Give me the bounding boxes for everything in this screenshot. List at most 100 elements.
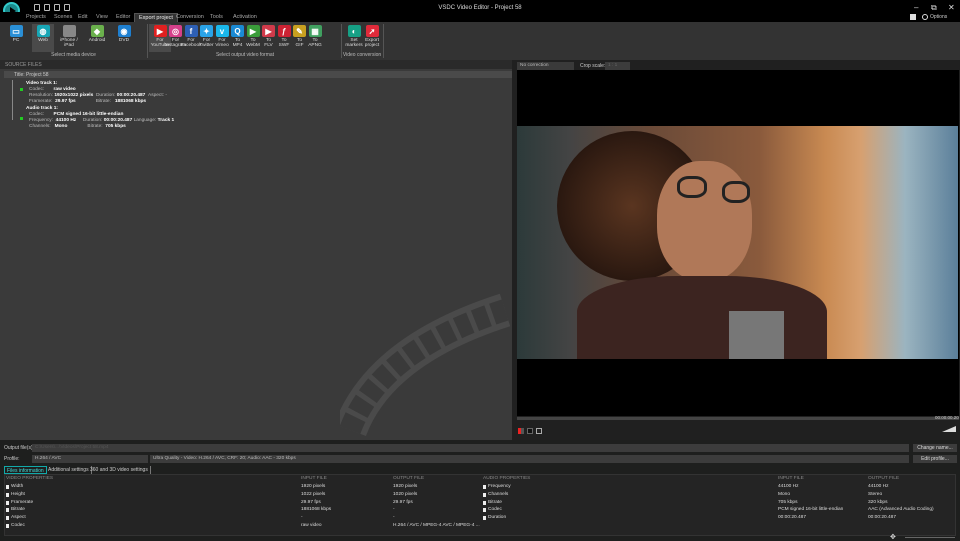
- crop-scale-label: Crop scale:: [580, 63, 606, 69]
- stop-button[interactable]: [527, 428, 533, 434]
- fullscreen-button[interactable]: [536, 428, 542, 434]
- expand-icon[interactable]: [483, 485, 486, 489]
- expand-icon[interactable]: [483, 508, 486, 513]
- input-value: 1881068 kbps: [301, 507, 332, 513]
- table-header[interactable]: INPUT FILE: [301, 476, 327, 481]
- export-project-button[interactable]: ➚ Export project: [361, 24, 383, 52]
- project-title-node[interactable]: Title: Project 58: [4, 71, 512, 78]
- input-value: Mono: [778, 491, 790, 497]
- timecode: 00:00:00.20: [935, 415, 959, 420]
- device-web-button[interactable]: ◍ Web: [32, 24, 54, 52]
- video-framerate: 29.97 fps: [55, 99, 76, 104]
- profile-select[interactable]: H.264 / AVC: [32, 455, 148, 463]
- table-header[interactable]: OUTPUT FILE: [393, 476, 424, 481]
- expand-icon[interactable]: [6, 500, 9, 505]
- tab-additional-settings[interactable]: Additional settings: [46, 466, 92, 474]
- device-pc-button[interactable]: ▭ PC: [5, 24, 27, 52]
- device-dvd-button[interactable]: ◉ DVD: [113, 24, 135, 52]
- tab-files-information[interactable]: Files information: [4, 466, 47, 474]
- table-header[interactable]: INPUT FILE: [778, 476, 804, 481]
- tab-view[interactable]: View: [92, 13, 112, 22]
- button-label-line2: project: [364, 43, 380, 48]
- input-value: 1920 pixels: [301, 484, 326, 489]
- output-file-input[interactable]: C:\Users\...\Videos\Project 58.mp4: [32, 444, 909, 452]
- export-project-icon: ➚: [365, 25, 379, 37]
- play-button[interactable]: [518, 428, 524, 434]
- property-name: Codec: [11, 523, 25, 528]
- audio-bitrate: 705 kbps: [105, 124, 126, 129]
- minimize-button[interactable]: –: [914, 3, 918, 12]
- output-value: 00:00:20.487: [868, 515, 897, 521]
- output-value: -: [393, 507, 395, 513]
- volume-icon[interactable]: [942, 426, 956, 432]
- property-name: Frequency: [488, 484, 511, 489]
- preview-frame-image: [517, 126, 958, 359]
- correction-select[interactable]: No correction: [517, 62, 574, 70]
- expand-icon[interactable]: [6, 508, 9, 513]
- output-value: 44100 Hz: [868, 484, 889, 489]
- table-header[interactable]: AUDIO PROPERTIES: [483, 476, 530, 481]
- button-label: Android: [88, 38, 106, 43]
- window-title: VSDC Video Editor - Project 58: [438, 5, 522, 11]
- tab-conversion[interactable]: Conversion: [172, 13, 208, 22]
- input-value: 705 kbps: [778, 499, 798, 505]
- expand-icon[interactable]: [6, 485, 9, 489]
- timeline-slider[interactable]: [517, 417, 959, 420]
- track-marker-icon: [20, 117, 23, 120]
- options-button[interactable]: Options: [930, 14, 947, 20]
- edit-profile-button[interactable]: Edit profile...: [913, 455, 957, 463]
- tab-tools[interactable]: Tools: [206, 13, 227, 22]
- property-name: Height: [11, 491, 25, 497]
- audio-codec: PCM signed 16-bit little-endian: [53, 112, 124, 117]
- device-iphone-ipad-icon: [62, 25, 76, 37]
- profile-description-select[interactable]: Ultra Quality - Video: H.264 / AVC, CRF:…: [150, 455, 909, 463]
- input-value: 1022 pixels: [301, 491, 326, 497]
- property-name: Width: [11, 484, 24, 489]
- property-name: Bitrate: [11, 507, 25, 513]
- device-pc-icon: ▭: [9, 25, 23, 37]
- format-apng-button[interactable]: ▦ To APNG: [304, 24, 326, 52]
- audio-channels: Mono: [54, 124, 68, 129]
- output-value: 1020 pixels: [393, 491, 418, 497]
- device-iphone-ipad-button[interactable]: iPhone / iPad: [58, 24, 80, 52]
- table-header[interactable]: OUTPUT FILE: [868, 476, 899, 481]
- zoom-slider[interactable]: [905, 537, 955, 538]
- track-marker-icon: [20, 88, 23, 91]
- audio-duration: 00:00:20.487: [103, 118, 133, 123]
- close-button[interactable]: ✕: [948, 3, 955, 12]
- audio-frequency: 44100 Hz: [55, 118, 77, 123]
- button-label: PC: [12, 38, 20, 43]
- ribbon-separator: [147, 24, 148, 58]
- expand-icon[interactable]: [6, 516, 9, 521]
- expand-icon[interactable]: [483, 516, 486, 521]
- tab-projects[interactable]: Projects: [22, 13, 50, 22]
- expand-icon[interactable]: [483, 492, 486, 497]
- video-duration: 00:00:20.487: [116, 93, 146, 98]
- device-dvd-icon: ◉: [117, 25, 131, 37]
- conversion-group-label: Video conversion: [342, 52, 382, 58]
- layout-icon[interactable]: [910, 14, 916, 20]
- tab-editor[interactable]: Editor: [112, 13, 134, 22]
- expand-icon[interactable]: [483, 500, 486, 505]
- tab-360-3d-settings[interactable]: 360 and 3D video settings: [88, 466, 151, 474]
- output-value: 29.97 fps: [393, 499, 413, 505]
- input-value: 44100 Hz: [778, 484, 799, 489]
- move-icon[interactable]: ✥: [890, 533, 896, 541]
- gear-icon[interactable]: [922, 14, 928, 20]
- change-name-button[interactable]: Change name...: [913, 444, 957, 452]
- device-android-button[interactable]: ◆ Android: [86, 24, 108, 52]
- tab-activation[interactable]: Activation: [229, 13, 261, 22]
- crop-scale-input[interactable]: 1 : 1: [605, 62, 630, 70]
- properties-table: [4, 474, 956, 536]
- expand-icon[interactable]: [6, 492, 9, 497]
- expand-icon[interactable]: [6, 524, 9, 528]
- property-name: Duration: [488, 515, 507, 521]
- property-name: Bitrate: [488, 499, 502, 505]
- profile-label: Profile:: [4, 456, 20, 462]
- film-strip-watermark-icon: [340, 293, 510, 437]
- tab-scenes[interactable]: Scenes: [50, 13, 76, 22]
- source-files-header: SOURCE FILES: [0, 60, 512, 69]
- property-name: Channels: [488, 491, 509, 497]
- table-header[interactable]: VIDEO PROPERTIES: [6, 476, 53, 481]
- tab-edit[interactable]: Edit: [74, 13, 91, 22]
